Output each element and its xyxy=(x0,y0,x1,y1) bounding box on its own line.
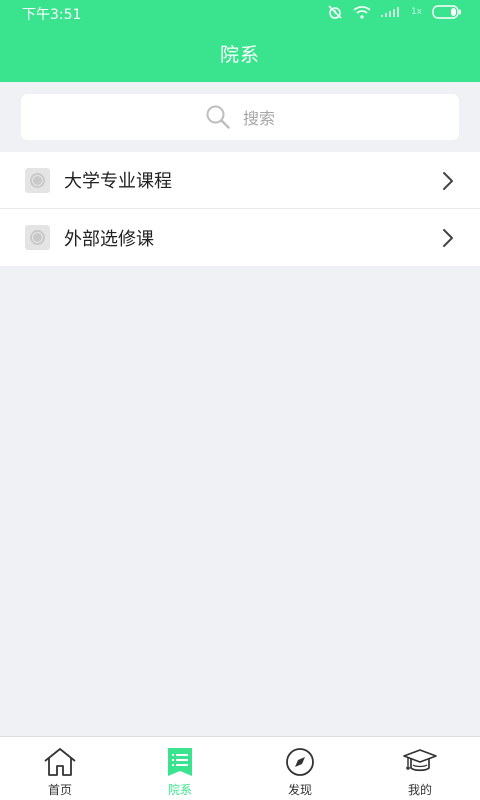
search-placeholder: 搜索 xyxy=(242,109,275,128)
home-icon xyxy=(44,748,76,776)
tab-label: 我的 xyxy=(407,783,432,797)
graduation-cap-icon xyxy=(403,749,437,772)
department-list: 大学专业课程 外部选修课 xyxy=(0,152,480,266)
search-section: 搜索 xyxy=(0,82,480,152)
status-bar: 下午3:51 1x xyxy=(0,0,480,24)
list-item-external-electives[interactable]: 外部选修课 xyxy=(0,209,480,266)
bottom-tab-bar: 首页 院系 发现 我的 xyxy=(0,736,480,800)
tab-label: 院系 xyxy=(167,783,192,797)
list-icon xyxy=(168,748,192,776)
app-header: 下午3:51 1x 院系 xyxy=(0,0,480,82)
status-icons: 1x xyxy=(327,4,462,20)
wifi-icon xyxy=(353,6,371,19)
list-item-university-courses[interactable]: 大学专业课程 xyxy=(0,152,480,209)
course-thumbnail-icon xyxy=(25,225,50,250)
status-time: 下午3:51 xyxy=(22,7,82,23)
list-item-label: 外部选修课 xyxy=(64,228,154,250)
signal-text: 1x xyxy=(410,7,422,17)
chevron-right-icon xyxy=(443,229,453,247)
search-input[interactable]: 搜索 xyxy=(21,94,459,140)
tab-departments[interactable]: 院系 xyxy=(120,737,240,800)
compass-icon xyxy=(286,748,314,776)
alarm-off-icon xyxy=(328,5,342,19)
tab-profile[interactable]: 我的 xyxy=(360,737,480,800)
course-thumbnail-icon xyxy=(25,167,50,193)
battery-icon xyxy=(432,5,461,19)
search-icon xyxy=(206,105,230,129)
list-item-label: 大学专业课程 xyxy=(64,171,172,192)
tab-label: 发现 xyxy=(287,783,312,797)
tab-home[interactable]: 首页 xyxy=(0,737,120,800)
signal-icon xyxy=(380,7,399,17)
page-title: 院系 xyxy=(219,44,260,66)
tab-label: 首页 xyxy=(47,783,72,797)
tab-discover[interactable]: 发现 xyxy=(240,737,360,800)
chevron-right-icon xyxy=(443,172,453,190)
